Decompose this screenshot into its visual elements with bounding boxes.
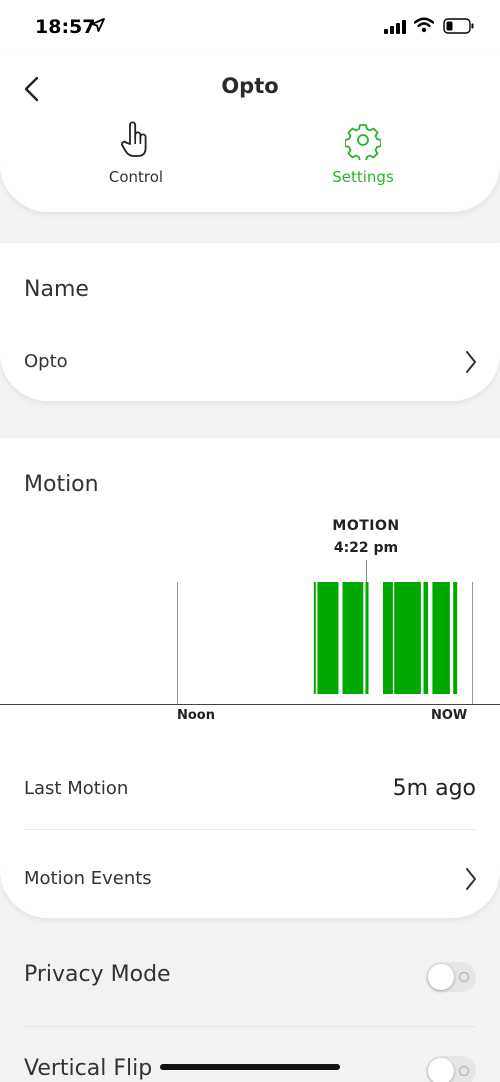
name-value: Opto: [24, 351, 68, 372]
motion-events-row[interactable]: Motion Events: [0, 856, 500, 906]
motion-bar: [423, 582, 429, 694]
timeline-axis: [0, 704, 500, 705]
gear-icon: [345, 124, 381, 160]
header-card: Opto Control Settings: [0, 56, 500, 212]
tab-control-label: Control: [108, 168, 164, 186]
name-heading: Name: [24, 277, 89, 302]
tab-settings-label: Settings: [332, 168, 394, 186]
location-arrow-icon: [91, 18, 105, 32]
motion-bar: [394, 582, 421, 694]
last-motion-value: 5m ago: [392, 776, 476, 801]
motion-bar: [383, 582, 393, 694]
noon-tick-label: Noon: [177, 708, 215, 723]
tab-control[interactable]: Control: [66, 120, 206, 186]
motion-heading: Motion: [24, 472, 99, 497]
chevron-right-icon: [466, 868, 476, 890]
status-time: 18:57: [35, 16, 96, 38]
toggle-off-icon: [459, 972, 469, 982]
divider: [24, 1026, 476, 1027]
marker-time: 4:22 pm: [333, 540, 399, 556]
name-row[interactable]: Opto: [0, 339, 500, 389]
page-title: Opto: [221, 74, 279, 98]
last-motion-row: Last Motion 5m ago: [0, 768, 500, 828]
last-motion-label: Last Motion: [24, 778, 129, 799]
marker-line: [366, 560, 367, 582]
noon-gridline: [177, 582, 178, 704]
motion-bar: [453, 582, 458, 694]
motion-bar: [313, 582, 316, 694]
now-gridline: [472, 582, 473, 704]
motion-bar: [342, 582, 364, 694]
motion-bar: [432, 582, 450, 694]
motion-bars: [313, 582, 458, 694]
toggles-section: Privacy Mode Vertical Flip: [0, 918, 500, 1082]
privacy-mode-row: Privacy Mode: [0, 958, 500, 1018]
privacy-mode-toggle[interactable]: [426, 962, 476, 992]
hand-pointer-icon: [121, 121, 147, 157]
motion-bar: [317, 582, 339, 694]
vertical-flip-toggle[interactable]: [426, 1056, 476, 1082]
marker-title: MOTION: [332, 518, 400, 534]
tab-settings[interactable]: Settings: [293, 120, 433, 186]
motion-events-label: Motion Events: [24, 868, 152, 889]
home-indicator[interactable]: [160, 1064, 340, 1070]
cellular-signal-icon: [384, 20, 406, 34]
toggle-off-icon: [459, 1066, 469, 1076]
motion-timeline-chart[interactable]: MOTION 4:22 pm Noon NOW: [0, 518, 500, 728]
motion-bar: [365, 582, 369, 694]
wifi-icon: [414, 17, 434, 33]
battery-icon: [443, 18, 474, 34]
now-tick-label: NOW: [431, 708, 468, 723]
toggle-knob: [428, 1058, 454, 1082]
vertical-flip-label: Vertical Flip: [24, 1056, 153, 1081]
motion-section: Motion MOTION 4:22 pm Noon NOW Last Moti…: [0, 438, 500, 918]
status-bar: 18:57: [0, 0, 500, 56]
name-section: Name Opto: [0, 243, 500, 401]
divider: [24, 829, 476, 830]
privacy-mode-label: Privacy Mode: [24, 962, 171, 987]
chevron-right-icon: [466, 351, 476, 373]
toggle-knob: [428, 964, 454, 990]
